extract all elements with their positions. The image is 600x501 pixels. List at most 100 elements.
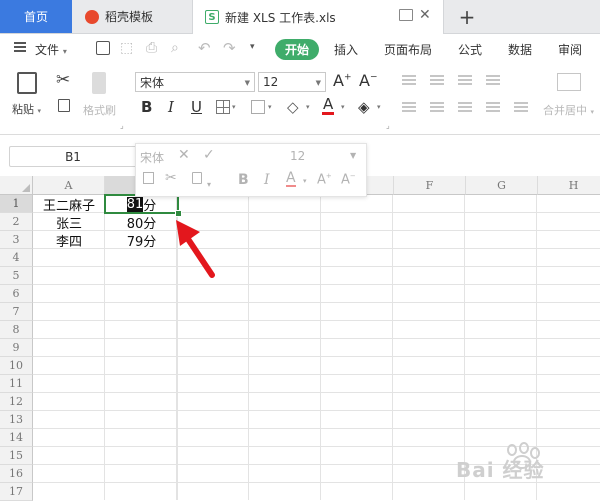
row-header-10[interactable]: 10 — [0, 357, 33, 375]
mini-cut-icon[interactable]: ✂ — [165, 170, 177, 186]
tab-home-label: 首页 — [23, 10, 48, 24]
baidu-watermark: Bai 经验 — [452, 440, 597, 496]
merge-center-button[interactable]: 合并居中 ▾ — [543, 102, 594, 118]
mini-increase-font-icon[interactable]: A+ — [317, 172, 332, 187]
new-tab-button[interactable]: + — [452, 0, 482, 33]
row-header-4[interactable]: 4 — [0, 249, 33, 267]
increase-font-icon[interactable]: A+ — [333, 71, 352, 90]
menu-data[interactable]: 数据 — [508, 41, 532, 58]
mini-italic-button[interactable]: I — [264, 172, 270, 188]
mini-size-select[interactable]: 12 — [290, 149, 305, 163]
column-header-a[interactable]: A — [33, 176, 105, 195]
menu-review[interactable]: 审阅 — [558, 41, 582, 58]
row-header-11[interactable]: 11 — [0, 375, 33, 393]
row-header-12[interactable]: 12 — [0, 393, 33, 411]
format-painter-icon[interactable] — [92, 72, 106, 94]
tab-home[interactable]: 首页 — [0, 0, 72, 33]
cell-style-icon[interactable] — [251, 100, 265, 114]
menu-formulas[interactable]: 公式 — [458, 41, 482, 58]
column-header-h[interactable]: H — [538, 176, 600, 195]
bold-button[interactable]: B — [141, 98, 152, 116]
mini-bold-button[interactable]: B — [238, 172, 249, 188]
name-box[interactable]: B1 — [9, 146, 137, 167]
row-header-15[interactable]: 15 — [0, 447, 33, 465]
red-arrow-annotation — [176, 220, 215, 278]
borders-icon[interactable] — [216, 100, 230, 114]
select-all-corner[interactable] — [0, 176, 33, 195]
row-header-8[interactable]: 8 — [0, 321, 33, 339]
cell-style-dropdown-icon[interactable]: ▾ — [268, 103, 272, 111]
export-icon[interactable]: ⬚ — [120, 40, 133, 56]
print-preview-icon[interactable]: ⌕ — [171, 40, 179, 56]
docer-logo-icon — [85, 9, 99, 24]
borders-dropdown-icon[interactable]: ▾ — [232, 103, 236, 111]
row-header-1[interactable]: 1 — [0, 195, 33, 213]
cell-b3[interactable]: 79分 — [105, 231, 178, 250]
mini-font-select[interactable]: 宋体 — [140, 149, 164, 166]
mini-paste-icon[interactable] — [192, 172, 202, 184]
horizontal-align-group[interactable] — [402, 101, 532, 113]
row-header-9[interactable]: 9 — [0, 339, 33, 357]
redo-icon[interactable]: ↷ — [223, 39, 236, 57]
cut-icon[interactable]: ✂ — [56, 70, 70, 90]
eraser-icon[interactable]: ◈ — [358, 98, 370, 116]
font-size-select[interactable]: 12 ▼ — [258, 72, 326, 92]
mini-font-color-dropdown-icon[interactable]: ▾ — [303, 177, 307, 185]
tab-docer-templates[interactable]: 稻壳模板 — [73, 0, 191, 33]
menu-page-layout[interactable]: 页面布局 — [384, 41, 432, 58]
fill-color-dropdown-icon[interactable]: ▾ — [306, 103, 310, 111]
mini-copy-icon[interactable] — [143, 172, 154, 184]
italic-button[interactable]: I — [168, 98, 174, 116]
row-header-5[interactable]: 5 — [0, 267, 33, 285]
mini-font-color-button[interactable]: A — [286, 171, 296, 187]
column-header-f[interactable]: F — [394, 176, 466, 195]
mini-cancel-icon[interactable]: ✕ — [178, 147, 190, 163]
underline-button[interactable]: U — [191, 98, 202, 116]
font-color-dropdown-icon[interactable]: ▾ — [341, 103, 345, 111]
font-expand-icon[interactable]: ⌟ — [386, 121, 390, 130]
row-header-2[interactable]: 2 — [0, 213, 33, 231]
more-chevron-icon[interactable]: ▾ — [250, 42, 255, 52]
tab-file-label: 新建 XLS 工作表.xls — [225, 10, 336, 25]
cell-b2[interactable]: 80分 — [105, 213, 178, 232]
decrease-font-icon[interactable]: A− — [359, 71, 378, 90]
mini-paste-dropdown-icon[interactable]: ▾ — [207, 180, 211, 189]
menu-insert[interactable]: 插入 — [334, 41, 358, 58]
save-icon[interactable] — [96, 41, 110, 55]
row-header-14[interactable]: 14 — [0, 429, 33, 447]
font-name-select[interactable]: 宋体 ▼ — [135, 72, 255, 92]
cell-a3[interactable]: 李四 — [33, 231, 105, 250]
print-icon[interactable]: ⎙ — [146, 40, 157, 56]
clear-dropdown-icon[interactable]: ▾ — [377, 103, 381, 111]
paste-icon[interactable] — [17, 72, 37, 94]
mini-size-dropdown-icon[interactable]: ▼ — [350, 151, 356, 160]
row-header-3[interactable]: 3 — [0, 231, 33, 249]
merge-center-icon[interactable] — [557, 73, 581, 91]
row-header-16[interactable]: 16 — [0, 465, 33, 483]
mini-confirm-icon[interactable]: ✓ — [203, 147, 215, 163]
hamburger-icon[interactable] — [14, 42, 26, 52]
undo-icon[interactable]: ↶ — [198, 39, 211, 57]
row-header-13[interactable]: 13 — [0, 411, 33, 429]
menu-start[interactable]: 开始 — [275, 39, 319, 60]
copy-icon[interactable] — [58, 99, 70, 112]
row-header-6[interactable]: 6 — [0, 285, 33, 303]
cell-a1[interactable]: 王二麻子 — [33, 195, 105, 214]
format-painter-button[interactable]: 格式刷 — [83, 102, 116, 118]
column-header-g[interactable]: G — [466, 176, 538, 195]
spreadsheet-file-icon: S — [205, 10, 219, 24]
close-tab-icon[interactable]: ✕ — [419, 7, 431, 23]
window-tile-icon[interactable] — [399, 9, 413, 21]
cell-b1-active[interactable]: 81 分 — [104, 194, 179, 214]
row-header-7[interactable]: 7 — [0, 303, 33, 321]
row-header-17[interactable]: 17 — [0, 483, 33, 501]
vertical-align-group[interactable] — [402, 74, 502, 86]
mini-decrease-font-icon[interactable]: A− — [341, 172, 356, 187]
menu-file[interactable]: 文件 ▾ — [35, 41, 67, 58]
paste-button[interactable]: 粘贴 ▾ — [12, 101, 41, 117]
tab-current-file[interactable]: S 新建 XLS 工作表.xls ✕ — [192, 0, 444, 34]
font-color-button[interactable]: A — [322, 97, 335, 115]
fill-color-icon[interactable]: ◇ — [287, 98, 299, 116]
cell-a2[interactable]: 张三 — [33, 213, 105, 232]
clipboard-expand-icon[interactable]: ⌟ — [120, 121, 124, 130]
